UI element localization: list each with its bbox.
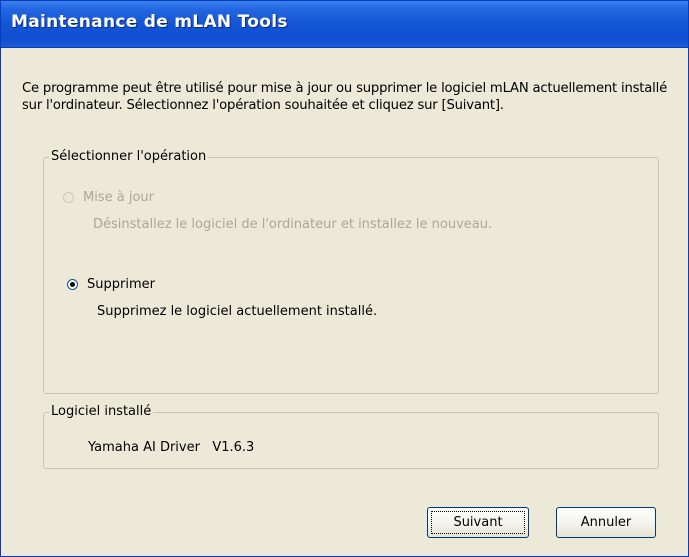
update-option[interactable]: Mise à jour: [63, 190, 154, 205]
update-option-label: Mise à jour: [83, 190, 154, 205]
update-radio[interactable]: [63, 192, 74, 203]
remove-option-label: Supprimer: [87, 277, 155, 292]
focus-rectangle: [431, 511, 525, 534]
operation-group-legend: Sélectionner l'opération: [49, 149, 209, 164]
cancel-button[interactable]: Annuler: [556, 507, 656, 538]
installed-driver-info: Yamaha AI Driver V1.6.3: [88, 440, 254, 455]
title-bar[interactable]: Maintenance de mLAN Tools: [1, 1, 688, 48]
update-option-description: Désinstallez le logiciel de l'ordinateur…: [93, 217, 493, 232]
remove-option[interactable]: Supprimer: [67, 277, 155, 292]
driver-version: V1.6.3: [212, 440, 255, 455]
next-button[interactable]: Suivant: [427, 507, 529, 538]
remove-option-description: Supprimez le logiciel actuellement insta…: [97, 304, 378, 319]
remove-radio[interactable]: [67, 279, 78, 290]
cancel-button-label: Annuler: [580, 515, 632, 530]
installed-group-legend: Logiciel installé: [49, 404, 154, 419]
driver-name: Yamaha AI Driver: [88, 440, 200, 455]
maintenance-dialog: Maintenance de mLAN Tools Ce programme p…: [0, 0, 689, 557]
window-title: Maintenance de mLAN Tools: [11, 12, 288, 32]
description-text: Ce programme peut être utilisé pour mise…: [22, 81, 667, 113]
